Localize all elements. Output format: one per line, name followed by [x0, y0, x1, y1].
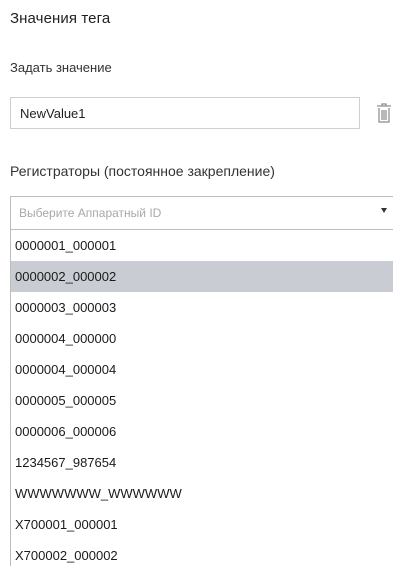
dropdown-option[interactable]: 0000004_000004 [11, 354, 393, 385]
dropdown-option[interactable]: WWWWWWW_WWWWWW [11, 478, 393, 509]
dropdown-option[interactable]: 0000001_000001 [11, 230, 393, 261]
tag-value-input[interactable] [10, 97, 360, 129]
dropdown-option[interactable]: 0000003_000003 [11, 292, 393, 323]
dropdown-option[interactable]: 0000005_000005 [11, 385, 393, 416]
hardware-id-dropdown-list[interactable]: 0000001_000001 0000002_000002 0000003_0000… [10, 230, 393, 566]
panel-title: Значения тега [10, 10, 111, 27]
dropdown-option[interactable]: 0000002_000002 [11, 261, 393, 292]
dropdown-option[interactable]: 0000006_000006 [11, 416, 393, 447]
dropdown-option[interactable]: 1234567_987654 [11, 447, 393, 478]
dropdown-option[interactable]: 0000004_000000 [11, 323, 393, 354]
trash-icon[interactable] [374, 102, 393, 124]
select-placeholder: Выберите Аппаратный ID [19, 206, 162, 220]
set-value-label: Задать значение [10, 60, 112, 75]
registrars-label: Регистраторы (постоянное закрепление) [10, 163, 275, 179]
dropdown-option[interactable]: X700002_000002 [11, 540, 393, 566]
hardware-id-select[interactable]: Выберите Аппаратный ID [10, 196, 393, 230]
dropdown-option[interactable]: X700001_000001 [11, 509, 393, 540]
chevron-down-icon[interactable] [381, 208, 387, 213]
